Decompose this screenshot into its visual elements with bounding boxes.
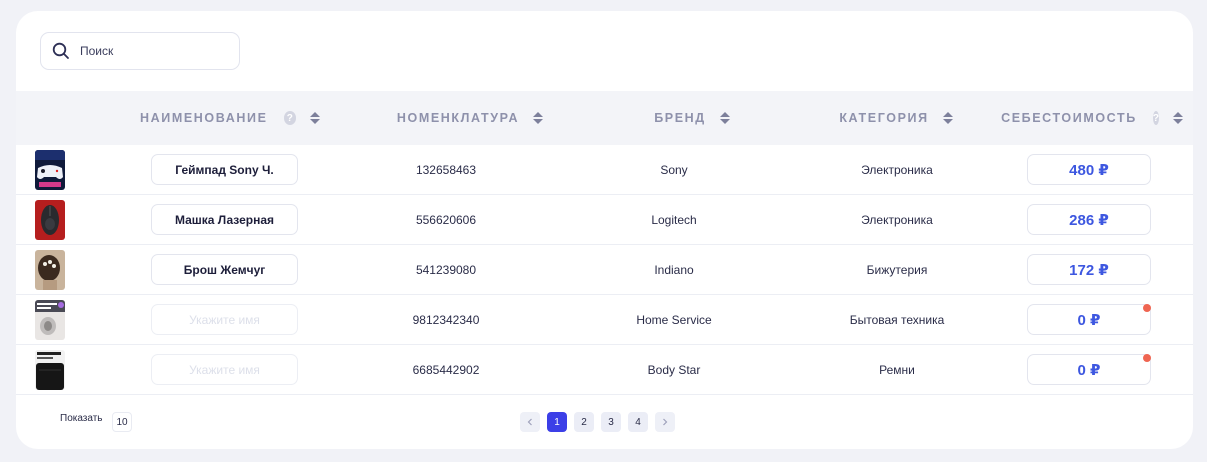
product-name-field[interactable]: Машка Лазерная	[151, 204, 298, 235]
brand-cell: Sony	[660, 163, 688, 177]
sku-cell: 556620606	[415, 213, 477, 227]
search-icon	[51, 41, 71, 61]
sku-cell: 9812342340	[412, 313, 480, 327]
sort-icon[interactable]	[310, 112, 320, 124]
sort-icon[interactable]	[719, 112, 730, 124]
column-header-name[interactable]: Наименование ?	[140, 91, 320, 145]
appliance-image[interactable]	[35, 300, 65, 340]
table-header: Наименование ? Номенклатура Бренд Катего…	[16, 91, 1193, 145]
table-row[interactable]: Геймпад Sony Ч. 132658463 Sony Электрони…	[16, 145, 1193, 195]
page-button-4[interactable]: 4	[628, 412, 648, 432]
sku-cell: 541239080	[415, 263, 477, 277]
sku-cell: 132658463	[415, 163, 477, 177]
category-cell: Электроника	[861, 163, 933, 177]
column-label-brand: Бренд	[654, 111, 706, 125]
page-button-2[interactable]: 2	[574, 412, 594, 432]
cost-field[interactable]: 286 ₽	[1027, 204, 1151, 235]
table-row[interactable]: Брош Жемчуг 541239080 Indiano Бижутерия …	[16, 245, 1193, 295]
page-size-select[interactable]: 10	[112, 412, 132, 432]
column-header-category[interactable]: Категория	[839, 91, 953, 145]
mouse-image[interactable]	[35, 200, 65, 240]
sort-icon[interactable]	[1172, 112, 1183, 124]
category-cell: Бижутерия	[866, 263, 928, 277]
search-box[interactable]	[40, 32, 240, 70]
column-header-cost[interactable]: Себестоимость ?	[1001, 91, 1183, 145]
help-icon[interactable]: ?	[283, 111, 296, 125]
sort-icon[interactable]	[942, 112, 953, 124]
column-header-brand[interactable]: Бренд	[642, 91, 742, 145]
product-name-field[interactable]: Брош Жемчуг	[151, 254, 298, 285]
product-name-field[interactable]: Геймпад Sony Ч.	[151, 154, 298, 185]
sku-cell: 6685442902	[412, 363, 480, 377]
brand-cell: Body Star	[647, 363, 701, 377]
alert-dot	[1143, 304, 1151, 312]
product-name-field[interactable]: Укажите имя	[151, 304, 298, 335]
cost-field[interactable]: 0 ₽	[1027, 354, 1151, 385]
table-row[interactable]: Укажите имя 6685442902 Body Star Ремни 0…	[16, 345, 1193, 395]
page-button-1[interactable]: 1	[547, 412, 567, 432]
brand-cell: Home Service	[636, 313, 712, 327]
category-cell: Ремни	[879, 363, 915, 377]
column-label-name: Наименование	[140, 111, 268, 125]
table-row[interactable]: Машка Лазерная 556620606 Logitech Электр…	[16, 195, 1193, 245]
page-button-3[interactable]: 3	[601, 412, 621, 432]
category-cell: Бытовая техника	[849, 313, 945, 327]
product-name-field[interactable]: Укажите имя	[151, 354, 298, 385]
sort-icon[interactable]	[533, 112, 544, 124]
category-cell: Электроника	[861, 213, 933, 227]
belt-image[interactable]	[35, 350, 65, 390]
column-label-sku: Номенклатура	[396, 111, 520, 125]
brand-cell: Logitech	[651, 213, 697, 227]
search-input[interactable]	[80, 44, 220, 58]
chevron-left-icon[interactable]	[520, 412, 540, 432]
chevron-right-icon[interactable]	[655, 412, 675, 432]
help-icon[interactable]: ?	[1152, 111, 1159, 125]
column-label-cost: Себестоимость	[1001, 111, 1137, 125]
cost-field[interactable]: 0 ₽	[1027, 304, 1151, 335]
gamepad-image[interactable]	[35, 150, 65, 190]
show-label: Показать	[60, 413, 103, 424]
cost-field[interactable]: 480 ₽	[1027, 154, 1151, 185]
alert-dot	[1143, 354, 1151, 362]
column-label-category: Категория	[839, 111, 929, 125]
column-header-sku[interactable]: Номенклатура	[385, 91, 555, 145]
products-card: Наименование ? Номенклатура Бренд Катего…	[16, 11, 1193, 449]
brand-cell: Indiano	[654, 263, 694, 277]
cost-field[interactable]: 172 ₽	[1027, 254, 1151, 285]
pagination: 1 2 3 4	[520, 412, 675, 432]
brooch-image[interactable]	[35, 250, 65, 290]
table-row[interactable]: Укажите имя 9812342340 Home Service Быто…	[16, 295, 1193, 345]
